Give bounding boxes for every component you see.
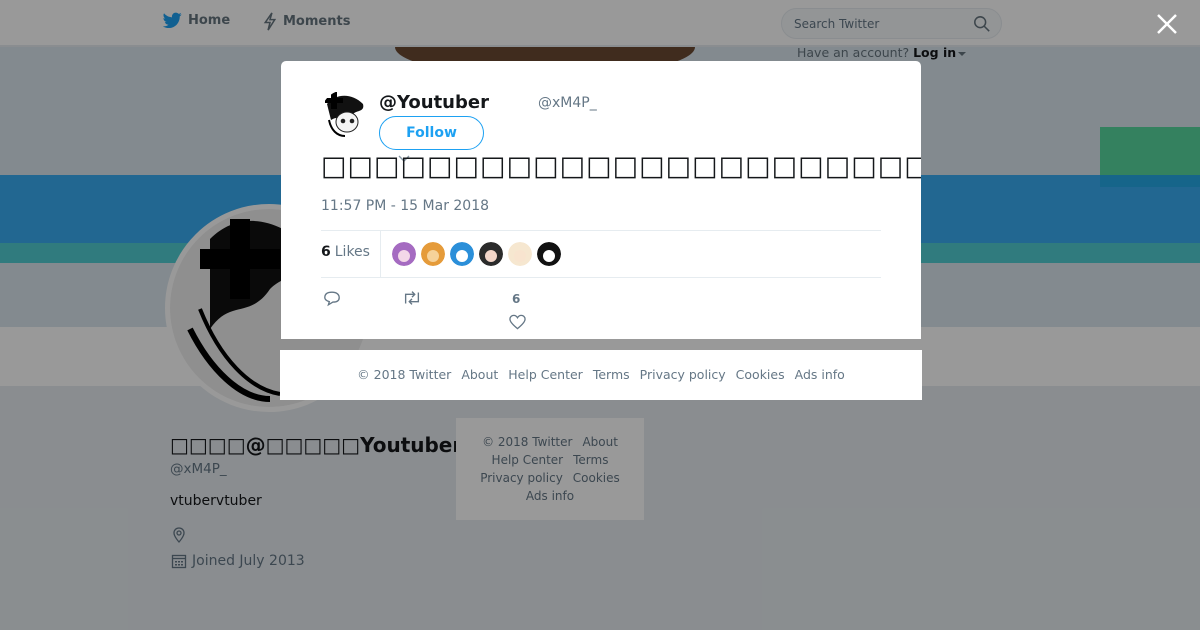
liker-avatar[interactable] [537,242,561,266]
close-icon[interactable] [1155,12,1179,36]
modal-footer: © 2018 Twitter About Help Center Terms Priva… [280,350,922,400]
likes-label: Likes [334,244,370,260]
footer-copyright: © 2018 Twitter [357,367,452,382]
tweet-text: □□□□□□□□□□□□□□□□□□□□□□□□□□□□□□□□□ [321,151,921,182]
liker-avatar[interactable] [421,242,445,266]
like-action-count: 6 [512,292,521,306]
liker-avatar[interactable] [392,242,416,266]
footer-ads-info[interactable]: Ads info [795,367,845,382]
tweet-author-handle[interactable]: @xM4P_ [538,95,597,111]
tweet-avatar[interactable] [321,90,369,138]
likes-count: 6 [321,244,331,260]
retweet-icon[interactable] [402,290,422,306]
heart-icon[interactable] [509,314,526,330]
follow-button[interactable]: Follow [379,116,484,150]
likes-stat[interactable]: 6 Likes [321,244,370,260]
liker-avatar[interactable] [479,242,503,266]
tweet-timestamp[interactable]: 11:57 PM - 15 Mar 2018 [321,198,489,214]
tweet-author-name[interactable]: @Youtuber [379,92,489,113]
tweet-stats: 6 Likes [321,230,881,278]
footer-about[interactable]: About [461,367,498,382]
likers-avatars [392,242,566,266]
footer-cookies[interactable]: Cookies [736,367,785,382]
reply-icon[interactable] [323,290,341,307]
liker-avatar[interactable] [508,242,532,266]
footer-privacy[interactable]: Privacy policy [640,367,726,382]
footer-terms[interactable]: Terms [593,367,630,382]
liker-avatar[interactable] [450,242,474,266]
tweet-modal: @Youtuber @xM4P_ Follow □□□□□□□□□□□□□□□□… [281,61,921,339]
footer-help-center[interactable]: Help Center [508,367,583,382]
